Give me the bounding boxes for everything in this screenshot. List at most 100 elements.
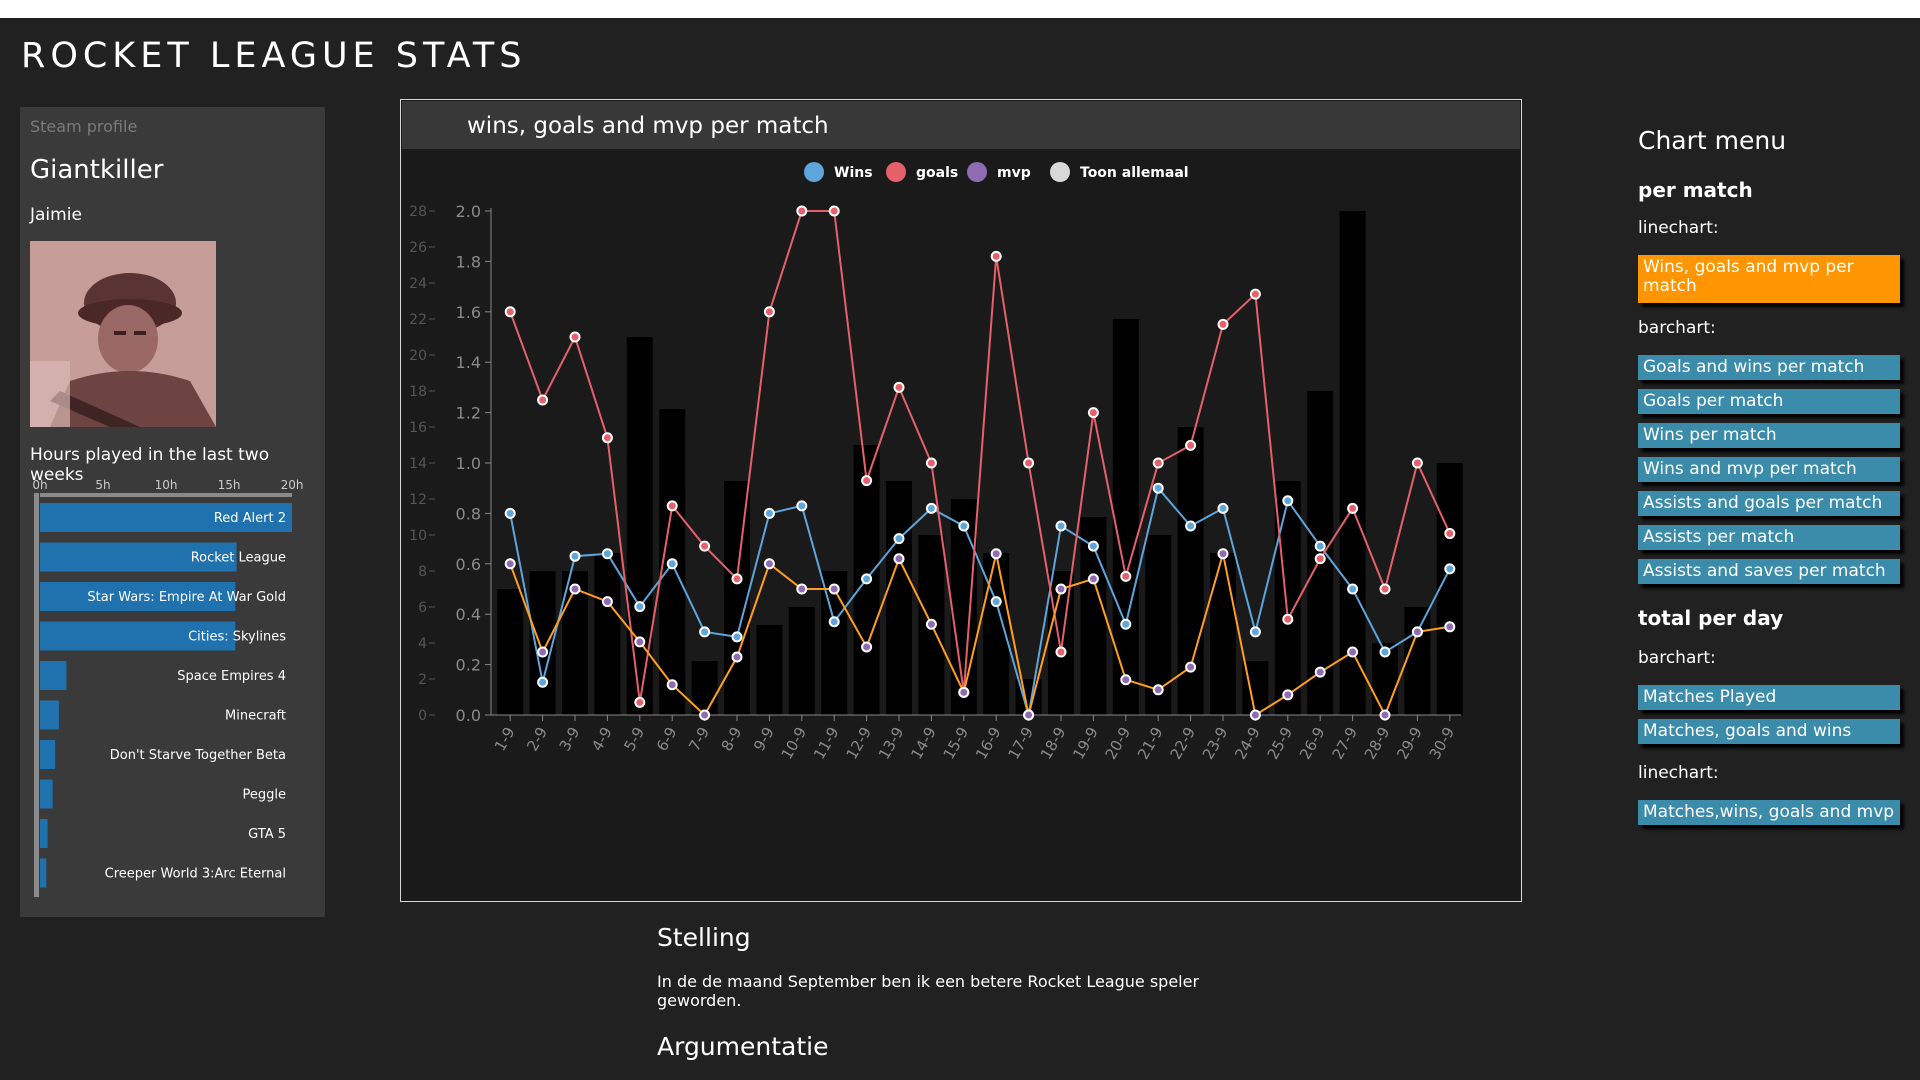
point-goals xyxy=(861,475,873,487)
x-tick-label: 25-9 xyxy=(1264,724,1297,762)
point-goals xyxy=(828,205,840,217)
point-wins xyxy=(861,573,873,585)
menu-section-total-per-day: total per day xyxy=(1638,606,1784,630)
hours-bar xyxy=(40,819,48,848)
point-wins xyxy=(1314,540,1326,552)
point-wins xyxy=(666,558,678,570)
legend-marker-mvp xyxy=(967,162,987,182)
x-tick-label: 2-9 xyxy=(523,724,551,754)
x-tick-label: 30-9 xyxy=(1426,724,1459,762)
point-wins xyxy=(537,676,549,688)
point-mvp xyxy=(958,686,970,698)
point-wins xyxy=(958,520,970,532)
x-tick-label: 14-9 xyxy=(907,724,940,762)
point-mvp xyxy=(1055,583,1067,595)
point-goals xyxy=(731,573,743,585)
hours-tick-label: 15h xyxy=(218,478,241,492)
x-tick-label: 29-9 xyxy=(1393,724,1426,762)
hours-bar-chart: 0h 5h 10h 15h 20h Red Alert 2 Rocket League Sta… xyxy=(32,478,304,897)
point-wins xyxy=(1282,495,1294,507)
menu-title: Chart menu xyxy=(1638,126,1787,155)
background-bar xyxy=(756,625,783,715)
point-goals xyxy=(925,457,937,469)
hours-axis-left xyxy=(34,493,39,897)
point-wins xyxy=(731,631,743,643)
menu-button-assists-saves[interactable]: Assists and saves per match xyxy=(1638,559,1900,584)
hours-bar-label: Red Alert 2 xyxy=(214,511,286,526)
y-right-tick-label: 0.6 xyxy=(456,555,481,574)
section-label: Steam profile xyxy=(30,117,138,136)
y-left-tick-label: 6 xyxy=(418,600,427,616)
legend-label: Toon allemaal xyxy=(1080,165,1189,181)
point-mvp xyxy=(1314,666,1326,678)
hours-bar-label: Don't Starve Together Beta xyxy=(110,748,286,763)
x-tick-label: 7-9 xyxy=(685,724,713,754)
point-wins xyxy=(1087,540,1099,552)
x-tick-label: 6-9 xyxy=(653,724,681,754)
y-left-tick-label: 14 xyxy=(409,456,427,472)
background-bar xyxy=(1210,553,1236,715)
point-goals xyxy=(1444,528,1456,540)
menu-button-assists-goals[interactable]: Assists and goals per match xyxy=(1638,491,1900,516)
background-bar xyxy=(594,553,621,715)
menu-button-wins[interactable]: Wins per match xyxy=(1638,423,1900,448)
point-mvp xyxy=(763,558,775,570)
point-mvp xyxy=(1087,573,1099,585)
point-mvp xyxy=(828,583,840,595)
background-bar xyxy=(497,589,524,715)
legend-marker-toon-allemaal xyxy=(1050,162,1070,182)
point-wins xyxy=(828,616,840,628)
x-tick-label: 16-9 xyxy=(972,724,1005,762)
menu-button-goals-wins[interactable]: Goals and wins per match xyxy=(1638,355,1900,380)
menu-button-matches-played[interactable]: Matches Played xyxy=(1638,685,1900,710)
menu-button-matches-goals-wins[interactable]: Matches, goals and wins xyxy=(1638,719,1900,744)
point-wins xyxy=(796,500,808,512)
point-mvp xyxy=(569,583,581,595)
y-right-tick-label: 1.6 xyxy=(456,303,481,322)
point-mvp xyxy=(796,583,808,595)
menu-button-goals[interactable]: Goals per match xyxy=(1638,389,1900,414)
point-wins xyxy=(925,502,937,514)
hours-tick-label: 20h xyxy=(281,478,304,492)
point-mvp xyxy=(601,596,613,608)
menu-button-wins-goals-mvp[interactable]: Wins, goals and mvp per match xyxy=(1638,255,1900,303)
point-goals xyxy=(763,306,775,318)
point-wins xyxy=(990,596,1002,608)
y-left-tick-label: 28 xyxy=(409,204,427,220)
y-right-tick-label: 1.2 xyxy=(456,404,481,423)
point-mvp xyxy=(634,636,646,648)
hours-bar xyxy=(40,700,59,730)
menu-button-matches-wins-goals-mvp[interactable]: Matches,wins, goals and mvp xyxy=(1638,800,1900,825)
point-goals xyxy=(699,540,711,552)
background-bar xyxy=(1274,481,1301,715)
browser-top-strip xyxy=(0,0,1920,18)
point-wins xyxy=(1347,583,1359,595)
profile-real-name: Jaimie xyxy=(30,205,82,225)
background-bar xyxy=(1112,319,1139,715)
point-goals xyxy=(1379,583,1391,595)
point-goals xyxy=(1411,457,1423,469)
hours-tick-label: 0h xyxy=(32,478,47,492)
hours-bar-label: Space Empires 4 xyxy=(177,669,286,684)
y-right-tick-label: 1.0 xyxy=(456,454,481,473)
y-left-tick-label: 26 xyxy=(409,240,427,256)
background-bar xyxy=(886,481,912,715)
x-tick-label: 26-9 xyxy=(1296,724,1329,762)
hours-bar-label: Cities: Skylines xyxy=(188,630,286,645)
avatar xyxy=(30,241,216,427)
menu-button-wins-mvp[interactable]: Wins and mvp per match xyxy=(1638,457,1900,482)
point-mvp xyxy=(1347,646,1359,658)
background-bar xyxy=(626,337,653,715)
point-mvp xyxy=(666,679,678,691)
point-mvp xyxy=(1185,661,1197,673)
y-left-tick-label: 16 xyxy=(409,420,427,436)
point-goals xyxy=(990,250,1002,262)
hours-bar xyxy=(40,779,53,809)
point-goals xyxy=(1282,613,1294,625)
x-tick-label: 13-9 xyxy=(875,724,908,762)
y-right-tick-label: 0.2 xyxy=(456,656,481,675)
point-goals xyxy=(1347,502,1359,514)
y-left-tick-label: 8 xyxy=(418,564,427,580)
menu-sub-total-barchart: barchart: xyxy=(1638,648,1716,668)
menu-button-assists[interactable]: Assists per match xyxy=(1638,525,1900,550)
